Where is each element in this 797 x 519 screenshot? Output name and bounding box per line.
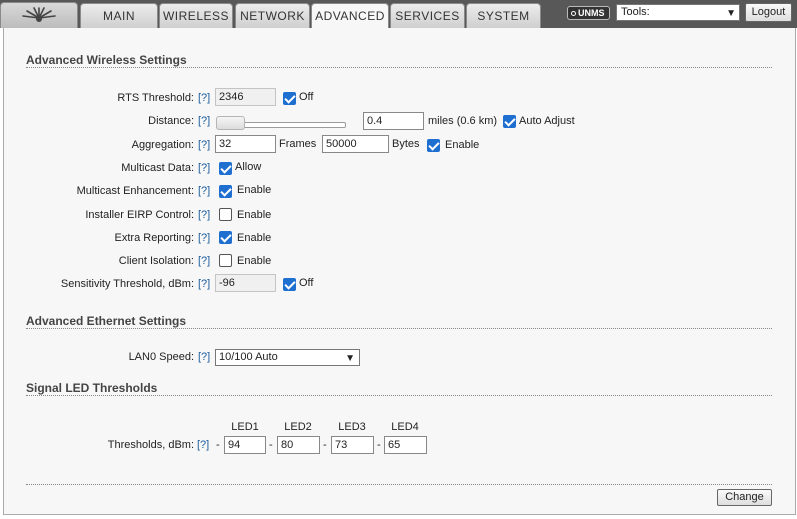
auto-adjust-checkbox[interactable] xyxy=(503,115,516,128)
client-isolation-help-link[interactable]: [?] xyxy=(198,255,210,267)
sensitivity-help-link[interactable]: [?] xyxy=(198,278,210,290)
installer-eirp-checkbox[interactable] xyxy=(219,208,232,221)
section-divider xyxy=(26,328,772,329)
client-isolation-checkbox[interactable] xyxy=(219,254,232,267)
tools-select[interactable]: Tools: ▼ xyxy=(616,4,740,21)
thresholds-label: Thresholds, dBm: xyxy=(107,439,194,451)
chevron-down-icon: ▼ xyxy=(726,8,736,19)
rts-help-link[interactable]: [?] xyxy=(198,92,210,104)
section-divider xyxy=(26,67,772,68)
led2-column-label: LED2 xyxy=(284,421,312,433)
extra-reporting-checkbox[interactable] xyxy=(219,231,232,244)
sensitivity-off-checkbox[interactable] xyxy=(283,278,296,291)
aggregation-enable-label: Enable xyxy=(445,139,480,151)
led2-threshold-input[interactable]: 80 xyxy=(277,436,320,454)
client-isolation-option-label: Enable xyxy=(237,255,272,267)
section-title-led: Signal LED Thresholds xyxy=(26,381,158,395)
multicast-data-option-label: Allow xyxy=(235,161,262,173)
led1-column-label: LED1 xyxy=(231,421,259,433)
sensitivity-threshold-label: Sensitivity Threshold, dBm: xyxy=(60,278,194,290)
led3-column-label: LED3 xyxy=(338,421,366,433)
multicast-data-help-link[interactable]: [?] xyxy=(198,162,210,174)
multicast-enhancement-option-label: Enable xyxy=(237,184,272,196)
lan0-speed-select[interactable]: 10/100 Auto ▼ xyxy=(215,349,360,366)
ubiquiti-logo-icon xyxy=(22,7,56,22)
tab-services[interactable]: SERVICES xyxy=(390,3,465,28)
led3-threshold-input[interactable]: 73 xyxy=(331,436,374,454)
led-separator: - xyxy=(216,439,220,451)
unms-label: UNMS xyxy=(578,8,605,18)
distance-unit-text: miles (0.6 km) xyxy=(428,115,498,127)
multicast-enhancement-help-link[interactable]: [?] xyxy=(198,185,210,197)
installer-eirp-label: Installer EIRP Control: xyxy=(85,209,194,221)
section-title-wireless: Advanced Wireless Settings xyxy=(26,53,187,67)
sensitivity-off-label: Off xyxy=(299,277,314,289)
installer-eirp-option-label: Enable xyxy=(237,209,272,221)
installer-eirp-help-link[interactable]: [?] xyxy=(198,209,210,221)
distance-help-link[interactable]: [?] xyxy=(198,115,210,127)
lan0-speed-value: 10/100 Auto xyxy=(219,351,278,363)
rts-off-label: Off xyxy=(299,91,314,103)
auto-adjust-label: Auto Adjust xyxy=(519,115,575,127)
distance-slider-handle[interactable] xyxy=(216,116,245,130)
section-divider xyxy=(26,395,772,396)
frames-label: Frames xyxy=(279,138,317,150)
extra-reporting-option-label: Enable xyxy=(237,232,272,244)
top-nav-bar: MAIN WIRELESS NETWORK ADVANCED SERVICES … xyxy=(0,0,797,29)
distance-input[interactable]: 0.4 xyxy=(363,112,424,130)
rts-off-checkbox[interactable] xyxy=(283,92,296,105)
multicast-data-checkbox[interactable] xyxy=(219,162,232,175)
distance-label: Distance: xyxy=(148,115,194,127)
rts-threshold-label: RTS Threshold: xyxy=(117,92,194,104)
multicast-data-label: Multicast Data: xyxy=(121,162,194,174)
tab-network[interactable]: NETWORK xyxy=(235,3,310,28)
multicast-enhancement-label: Multicast Enhancement: xyxy=(76,185,194,197)
multicast-enhancement-checkbox[interactable] xyxy=(219,185,232,198)
aggregation-bytes-input[interactable]: 50000 xyxy=(322,135,389,153)
unms-status-badge[interactable]: UNMS xyxy=(567,6,610,20)
rts-threshold-input[interactable]: 2346 xyxy=(215,88,276,106)
tab-system[interactable]: SYSTEM xyxy=(466,3,541,28)
led4-threshold-input[interactable]: 65 xyxy=(384,436,427,454)
led-separator: - xyxy=(377,439,381,451)
ubiquiti-logo[interactable] xyxy=(0,2,78,28)
lan0-help-link[interactable]: [?] xyxy=(198,351,210,363)
client-isolation-label: Client Isolation: xyxy=(118,255,194,267)
led-separator: - xyxy=(269,439,273,451)
tab-advanced[interactable]: ADVANCED xyxy=(311,3,389,29)
aggregation-help-link[interactable]: [?] xyxy=(198,139,210,151)
section-title-ethernet: Advanced Ethernet Settings xyxy=(26,314,187,328)
led-separator: - xyxy=(323,439,327,451)
extra-reporting-label: Extra Reporting: xyxy=(114,232,194,244)
unms-status-icon xyxy=(571,11,576,16)
change-button[interactable]: Change xyxy=(717,489,772,506)
logout-button[interactable]: Logout xyxy=(745,3,792,22)
led4-column-label: LED4 xyxy=(391,421,419,433)
aggregation-frames-input[interactable]: 32 xyxy=(215,135,276,153)
tab-wireless[interactable]: WIRELESS xyxy=(159,3,233,28)
bytes-label: Bytes xyxy=(392,138,420,150)
thresholds-help-link[interactable]: [?] xyxy=(197,439,209,451)
tab-main[interactable]: MAIN xyxy=(80,3,158,28)
tools-selected-value: Tools: xyxy=(621,6,650,18)
lan0-speed-label: LAN0 Speed: xyxy=(128,351,194,363)
led1-threshold-input[interactable]: 94 xyxy=(224,436,266,454)
extra-reporting-help-link[interactable]: [?] xyxy=(198,232,210,244)
chevron-down-icon: ▼ xyxy=(345,353,355,364)
aggregation-enable-checkbox[interactable] xyxy=(427,139,440,152)
section-divider xyxy=(26,484,772,485)
aggregation-label: Aggregation: xyxy=(131,139,194,151)
sensitivity-threshold-input[interactable]: -96 xyxy=(215,274,276,292)
